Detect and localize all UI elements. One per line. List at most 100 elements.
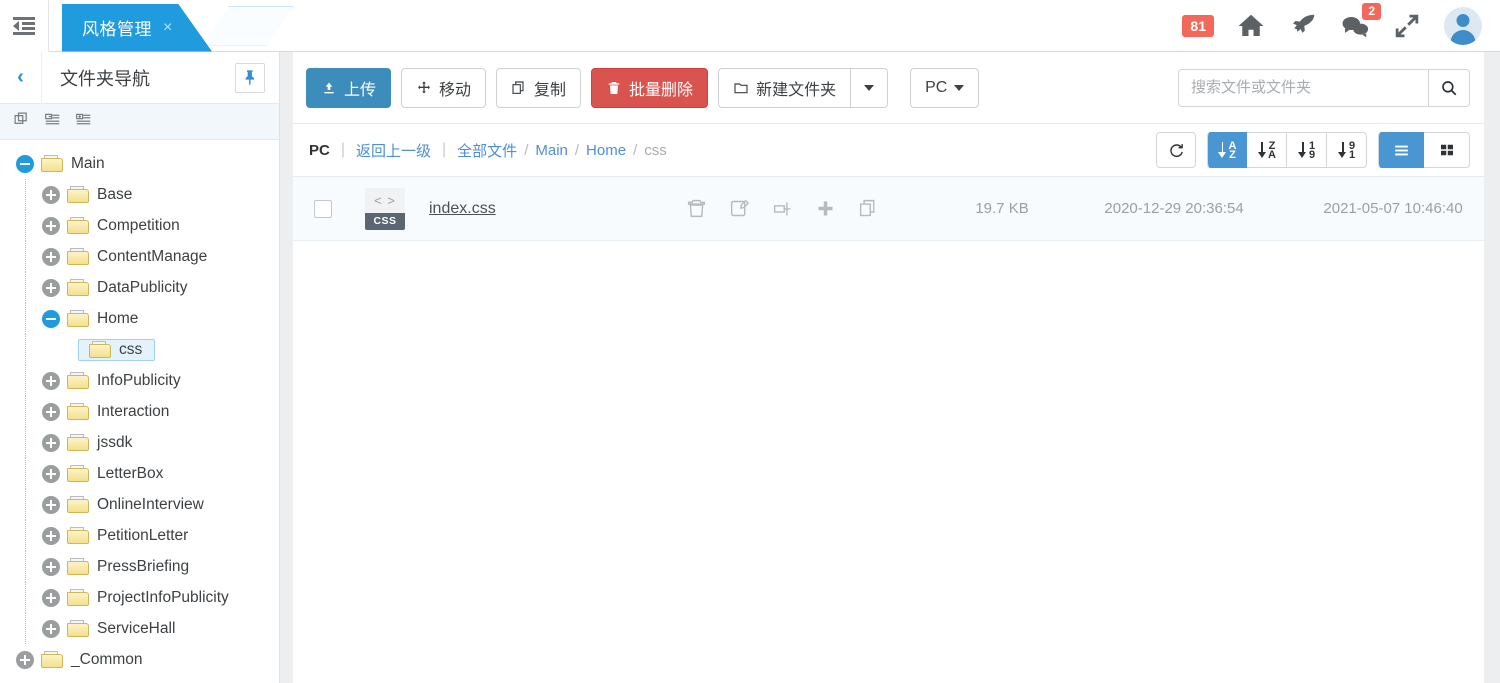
tree-node--common[interactable]: _Common (0, 644, 279, 675)
new-folder-dropdown-button[interactable] (851, 68, 888, 108)
tree-node-label: ContentManage (97, 248, 207, 266)
tree-expand-toggle[interactable] (42, 589, 60, 607)
copy-icon[interactable] (858, 198, 879, 219)
folder-icon (67, 248, 89, 265)
tree-expand-toggle[interactable] (42, 248, 60, 266)
breadcrumb-link-main[interactable]: Main (535, 142, 568, 159)
tree-expand-toggle[interactable] (42, 465, 60, 483)
tree-node-onlineinterview[interactable]: OnlineInterview (0, 489, 279, 520)
folder-tree: Main Base Competition ContentManage Data… (0, 140, 279, 683)
collapse-all-icon[interactable] (44, 111, 61, 133)
tree-collapse-toggle[interactable] (42, 310, 60, 328)
copy-button[interactable]: 复制 (496, 68, 581, 108)
fullscreen-icon[interactable] (1392, 11, 1422, 41)
device-select-button[interactable]: PC (910, 68, 979, 108)
refresh-button[interactable] (1156, 132, 1196, 168)
move-button[interactable]: 移动 (401, 68, 486, 108)
tree-node-projectinfopublicity[interactable]: ProjectInfoPublicity (0, 582, 279, 613)
tree-expand-toggle[interactable] (42, 527, 60, 545)
breadcrumb-link-home[interactable]: Home (586, 142, 626, 159)
sort-a-z-button[interactable]: AZ (1207, 132, 1247, 168)
tree-node-css[interactable]: css (0, 334, 279, 365)
tab-style-management[interactable]: 风格管理 × (62, 4, 212, 52)
tree-expand-toggle[interactable] (42, 558, 60, 576)
breadcrumb-back-link[interactable]: 返回上一级 (356, 140, 431, 161)
tree-node-contentmanage[interactable]: ContentManage (0, 241, 279, 272)
upload-button[interactable]: 上传 (306, 68, 391, 108)
tree-node-label: Home (97, 310, 138, 328)
file-row[interactable]: < > CSS index.css 19.7 KB 2020-12-29 20:… (293, 177, 1484, 241)
breadcrumb-divider: | (341, 141, 345, 159)
tree-expand-toggle[interactable] (42, 186, 60, 204)
tree-node-servicehall[interactable]: ServiceHall (0, 613, 279, 644)
delete-icon[interactable] (686, 198, 707, 219)
tree-expand-toggle[interactable] (42, 372, 60, 390)
rocket-icon[interactable] (1288, 11, 1318, 41)
tree-node-label: Competition (97, 217, 180, 235)
tree-expand-toggle[interactable] (42, 620, 60, 638)
view-toolbar: AZ ZA 19 91 (1156, 132, 1470, 168)
search-button[interactable] (1428, 69, 1470, 107)
tree-node-home[interactable]: Home (0, 303, 279, 334)
avatar[interactable] (1444, 7, 1482, 45)
sort-button-group: AZ ZA 19 91 (1207, 132, 1367, 168)
top-bar-actions: 81 2 (1182, 7, 1500, 45)
top-bar: 风格管理 × 81 2 (0, 0, 1500, 52)
tree-expand-toggle[interactable] (42, 279, 60, 297)
tree-collapse-toggle[interactable] (16, 155, 34, 173)
file-name-link[interactable]: index.css (429, 200, 496, 218)
sort-9-1-button[interactable]: 91 (1327, 132, 1367, 168)
tree-node-jssdk[interactable]: jssdk (0, 427, 279, 458)
tree-node-infopublicity[interactable]: InfoPublicity (0, 365, 279, 396)
breadcrumb-root-link[interactable]: 全部文件 (457, 140, 517, 161)
add-icon[interactable] (815, 198, 836, 219)
list-view-icon (1392, 141, 1411, 160)
pin-icon[interactable] (235, 63, 265, 93)
tree-node-letterbox[interactable]: LetterBox (0, 458, 279, 489)
tree-node-main[interactable]: Main (0, 148, 279, 179)
tree-node-label: PressBriefing (97, 558, 189, 576)
row-checkbox[interactable] (314, 200, 332, 218)
sidebar-collapse-button[interactable]: ‹ (0, 52, 42, 104)
folder-icon (67, 527, 89, 544)
tree-node-label: css (119, 341, 142, 359)
tree-node-pressbriefing[interactable]: PressBriefing (0, 551, 279, 582)
sort-z-a-button[interactable]: ZA (1247, 132, 1287, 168)
edit-icon[interactable] (729, 198, 750, 219)
tab-placeholder[interactable] (201, 6, 295, 46)
indent-collapse-icon (13, 17, 35, 35)
rename-icon[interactable] (772, 198, 793, 219)
sort-1-9-button[interactable]: 19 (1287, 132, 1327, 168)
upload-label: 上传 (344, 76, 376, 100)
sidebar-toolbar (0, 104, 279, 140)
tree-node-label: LetterBox (97, 465, 163, 483)
tree-expand-toggle[interactable] (42, 434, 60, 452)
batch-delete-label: 批量删除 (629, 76, 693, 100)
new-folder-button[interactable]: 新建文件夹 (718, 68, 851, 108)
clone-icon[interactable] (13, 111, 30, 133)
batch-delete-button[interactable]: 批量删除 (591, 68, 708, 108)
close-icon[interactable]: × (163, 20, 172, 36)
tree-node-interaction[interactable]: Interaction (0, 396, 279, 427)
sidebar-header: ‹ 文件夹导航 (0, 52, 279, 104)
message-count-badge: 2 (1362, 3, 1381, 20)
new-folder-label: 新建文件夹 (756, 76, 836, 100)
home-icon[interactable] (1236, 11, 1266, 41)
tree-expand-toggle[interactable] (42, 403, 60, 421)
menu-toggle-button[interactable] (0, 0, 49, 52)
notification-count-badge[interactable]: 81 (1182, 15, 1214, 37)
tree-node-competition[interactable]: Competition (0, 210, 279, 241)
list-view-button[interactable] (1378, 132, 1424, 168)
expand-all-icon[interactable] (75, 111, 92, 133)
tree-expand-toggle[interactable] (16, 651, 34, 669)
search-input[interactable] (1178, 69, 1428, 107)
tree-expand-toggle[interactable] (42, 217, 60, 235)
tree-node-datapublicity[interactable]: DataPublicity (0, 272, 279, 303)
content-panel: 上传 移动 复制 批量删除 新建文件夹 PC (293, 52, 1484, 683)
tree-node-petitionletter[interactable]: PetitionLetter (0, 520, 279, 551)
grid-view-button[interactable] (1424, 132, 1470, 168)
tree-node-base[interactable]: Base (0, 179, 279, 210)
tree-expand-toggle[interactable] (42, 496, 60, 514)
sidebar: ‹ 文件夹导航 Main Base Competition ContentMan… (0, 52, 280, 683)
chat-icon[interactable]: 2 (1340, 11, 1370, 41)
